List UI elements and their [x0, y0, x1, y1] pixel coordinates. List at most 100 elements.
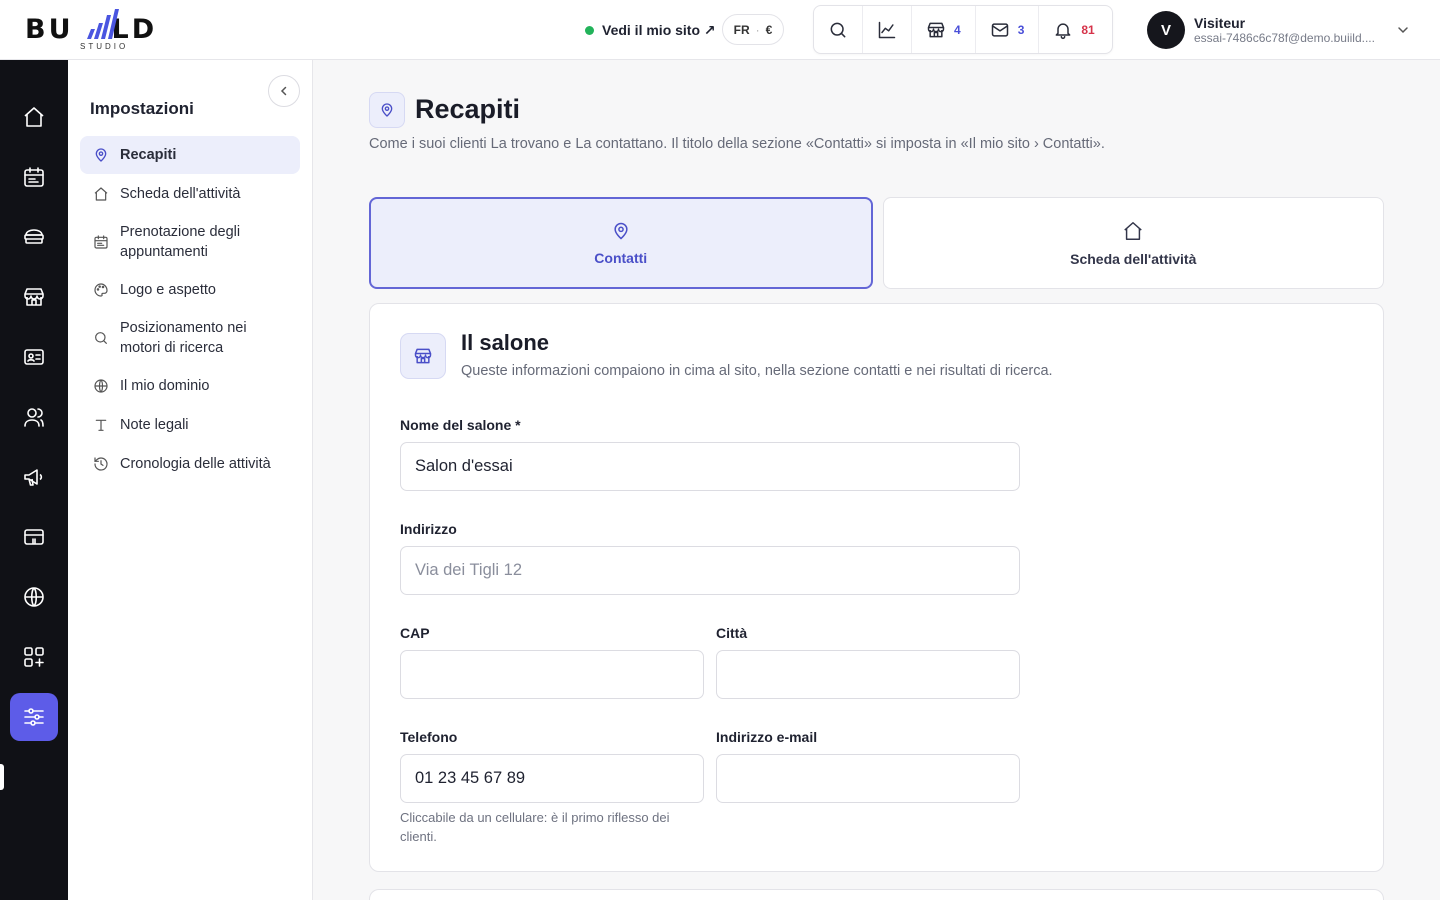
sidebar-item-business-card[interactable]: Scheda dell'attività: [80, 175, 300, 213]
nav-home[interactable]: [10, 93, 58, 141]
email-input[interactable]: [716, 754, 1020, 803]
salon-name-label: Nome del salone *: [400, 417, 521, 433]
nav-clients[interactable]: [10, 393, 58, 441]
phone-help-text: Cliccabile da un cellulare: è il primo r…: [400, 810, 670, 844]
tab-contatti[interactable]: Contatti: [369, 197, 873, 289]
chart-line-icon: [878, 21, 896, 38]
section-tabs: Contatti Scheda dell'attività: [369, 197, 1384, 289]
view-site-label: Vedi il mio sito ↗: [602, 21, 716, 38]
home-icon: [24, 107, 44, 127]
sidebar-item-label: Note legali: [120, 417, 189, 433]
separator-dot: ·: [755, 22, 760, 37]
search-button[interactable]: [814, 6, 863, 53]
page-icon: [369, 92, 405, 128]
currency-symbol: €: [765, 22, 773, 37]
cap-label: CAP: [400, 625, 430, 641]
nav-contacts-card[interactable]: [10, 333, 58, 381]
users-icon: [24, 408, 44, 427]
top-bar: BU LD STUDIO Vedi il mio sito ↗ FR · € 4 …: [0, 0, 1440, 60]
globe-icon: [24, 587, 44, 607]
phone-input[interactable]: [400, 754, 704, 803]
active-nav-marker: [0, 764, 4, 790]
credit-card-icon: [24, 529, 44, 545]
nav-calendar[interactable]: [10, 153, 58, 201]
sidebar-item-legal[interactable]: Note legali: [80, 406, 300, 444]
collapse-sidebar-button[interactable]: [268, 75, 300, 107]
sidebar-item-logo[interactable]: Logo e aspetto: [80, 271, 300, 309]
megaphone-icon: [24, 469, 43, 486]
avatar: V: [1147, 11, 1185, 49]
sidebar-item-label: Posizionamento nei motori di ricerca: [120, 320, 247, 356]
sidebar-item-label: Cronologia delle attività: [120, 456, 271, 472]
nav-apps[interactable]: [10, 633, 58, 681]
sidebar-item-history[interactable]: Cronologia delle attività: [80, 445, 300, 483]
main-nav-rail: [0, 60, 68, 900]
sidebar-item-domain[interactable]: Il mio dominio: [80, 367, 300, 405]
sidebar-item-label: Recapiti: [120, 147, 177, 163]
sidebar-item-recapiti[interactable]: Recapiti: [80, 136, 300, 174]
nav-shop[interactable]: [10, 273, 58, 321]
address-label: Indirizzo: [400, 521, 457, 537]
section-icon: [400, 333, 446, 379]
globe-icon: [94, 379, 108, 393]
nav-settings[interactable]: [10, 693, 58, 741]
bell-icon: [1055, 22, 1071, 39]
calendar-icon: [94, 235, 108, 249]
user-name: Visiteur: [1194, 15, 1246, 31]
language-code: FR: [733, 22, 750, 37]
mail-count-badge: 3: [1017, 22, 1025, 37]
calendar-icon: [24, 167, 44, 187]
notification-count-badge: 81: [1081, 22, 1095, 37]
search-icon: [830, 22, 846, 37]
sidebar-item-seo[interactable]: Posizionamento nei motori di ricerca: [80, 310, 300, 366]
cap-input[interactable]: [400, 650, 704, 699]
nav-marketing[interactable]: [10, 453, 58, 501]
sidebar-item-booking[interactable]: Prenotazione degli appuntamenti: [80, 214, 300, 270]
shop-count-badge: 4: [954, 22, 961, 37]
shop-button[interactable]: 4: [912, 6, 976, 53]
section-title: Il salone: [461, 330, 550, 355]
sidebar-item-label: Scheda dell'attività: [120, 186, 241, 202]
map-pin-icon: [614, 222, 628, 239]
brand-logo[interactable]: BU LD STUDIO: [25, 9, 185, 51]
header-toolbar: 4 3 81: [813, 5, 1113, 54]
logo-subtitle: STUDIO: [80, 42, 129, 51]
page-description: Come i suoi clienti La trovano e La cont…: [369, 136, 1105, 152]
nav-services[interactable]: [10, 213, 58, 261]
language-currency-selector[interactable]: FR · €: [722, 14, 784, 45]
history-icon: [94, 457, 108, 471]
settings-sidebar: Impostazioni Recapiti Scheda dell'attivi…: [68, 60, 313, 900]
user-menu[interactable]: V Visiteur essai-7486c6c78f@demo.buiild.…: [1147, 11, 1408, 49]
tab-label: Scheda dell'attività: [1070, 250, 1197, 267]
logo-left-text: BU: [25, 14, 74, 45]
palette-icon: [94, 283, 108, 297]
sidebar-title: Impostazioni: [90, 99, 194, 118]
nav-payments[interactable]: [10, 513, 58, 561]
view-site-link[interactable]: Vedi il mio sito ↗: [585, 19, 716, 41]
address-input[interactable]: [400, 546, 1020, 595]
search-icon: [95, 332, 107, 344]
next-section-card: [369, 889, 1384, 900]
sliders-icon: [24, 708, 44, 726]
notifications-button[interactable]: 81: [1039, 6, 1108, 53]
phone-label: Telefono: [400, 729, 458, 745]
sidebar-item-label: Il mio dominio: [120, 378, 210, 394]
stats-button[interactable]: [863, 6, 912, 53]
online-status-dot: [585, 25, 594, 35]
chevron-left-icon: [280, 86, 287, 96]
page-title: Recapiti: [415, 94, 521, 124]
city-input[interactable]: [716, 650, 1020, 699]
tab-label: Contatti: [594, 249, 648, 266]
tab-business-card[interactable]: Scheda dell'attività: [882, 197, 1384, 289]
messages-button[interactable]: 3: [976, 6, 1040, 53]
apps-grid-icon: [24, 647, 44, 667]
nav-website[interactable]: [10, 573, 58, 621]
chevron-down-icon: [1398, 27, 1408, 34]
main-content: Recapiti Come i suoi clienti La trovano …: [313, 60, 1440, 900]
salon-name-input[interactable]: [400, 442, 1020, 491]
map-pin-icon: [381, 103, 393, 117]
home-icon: [1124, 221, 1142, 240]
section-description: Queste informazioni compaiono in cima al…: [461, 363, 1053, 379]
store-icon: [24, 288, 44, 306]
id-card-icon: [24, 349, 44, 365]
